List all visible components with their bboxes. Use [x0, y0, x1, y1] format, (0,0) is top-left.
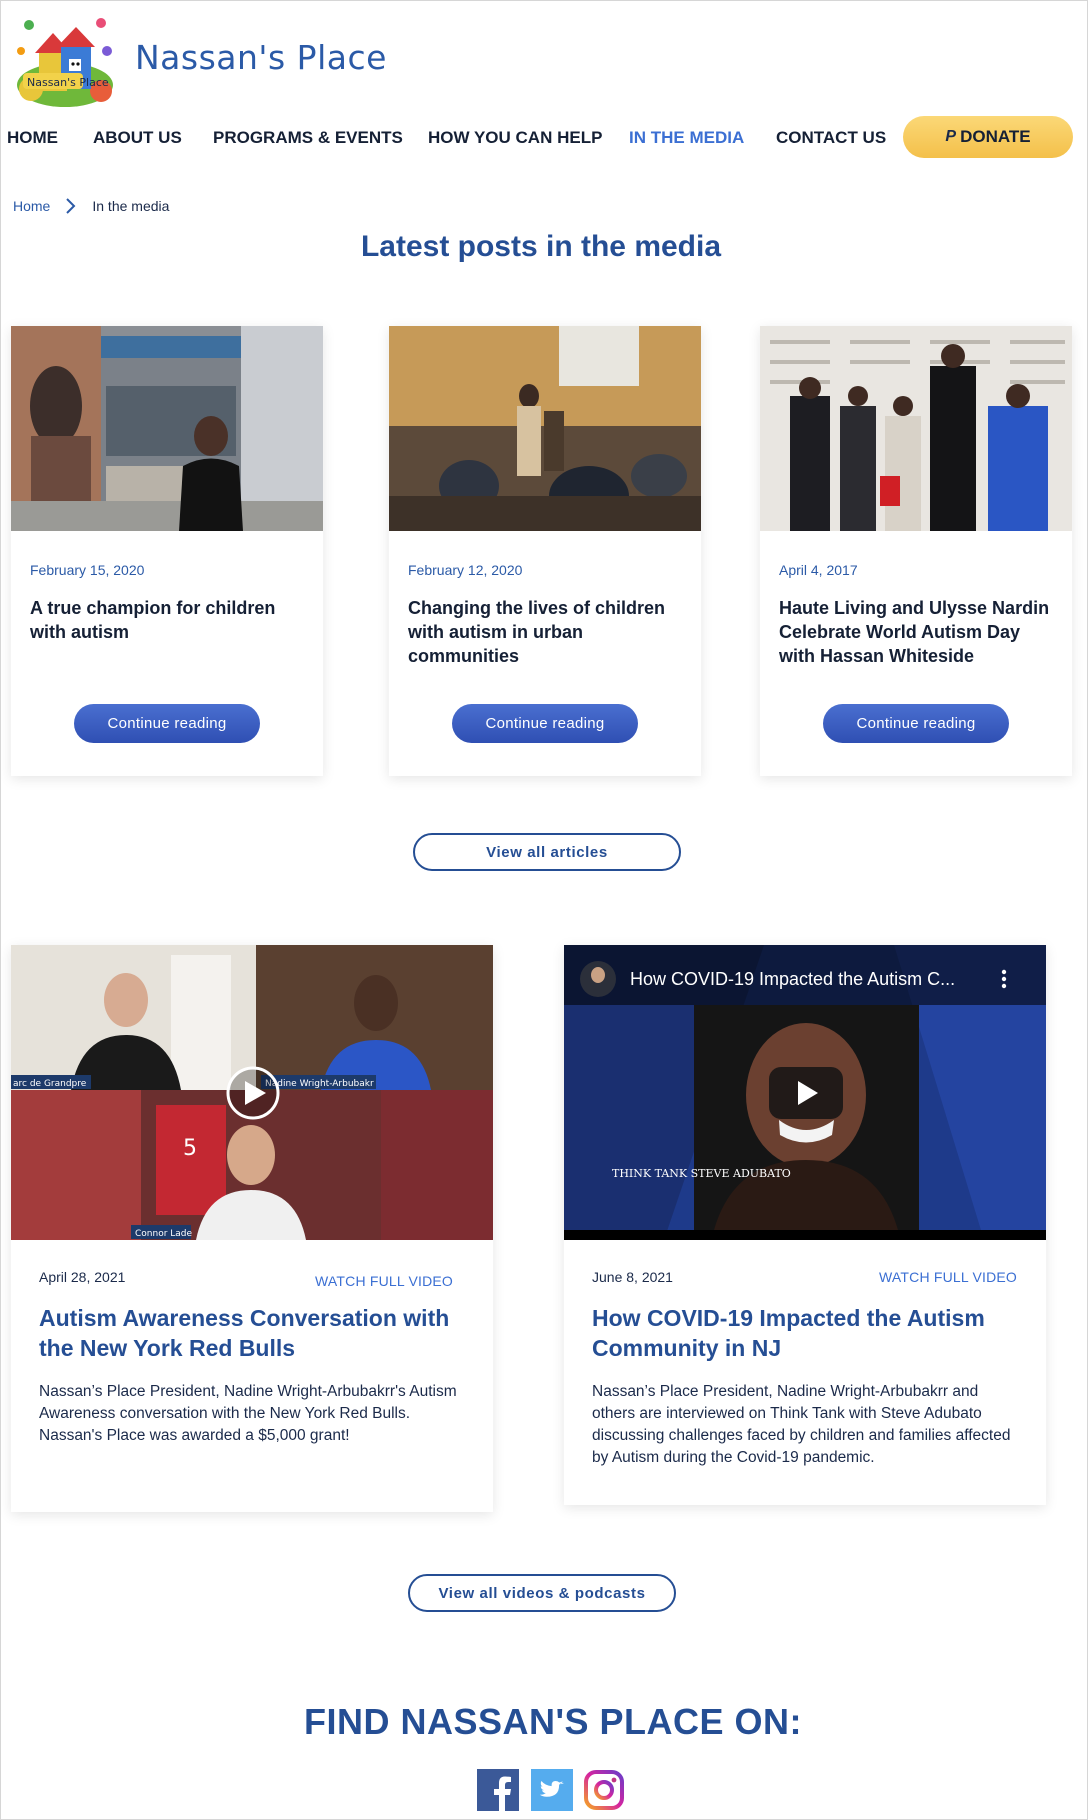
article-title[interactable]: A true champion for children with autism — [30, 596, 310, 644]
player-title: How COVID-19 Impacted the Autism C... — [630, 969, 955, 989]
continue-reading-button[interactable]: Continue reading — [823, 704, 1009, 743]
video-thumbnail[interactable]: 5 arc de Grandpre Nadine Wright-Arbubakr… — [11, 945, 493, 1240]
twitter-icon[interactable] — [531, 1769, 573, 1811]
watch-full-video-link[interactable]: WATCH FULL VIDEO — [315, 1273, 453, 1289]
watermark: THINK TANK STEVE ADUBATO — [612, 1167, 791, 1180]
video-title[interactable]: Autism Awareness Conversation with the N… — [39, 1303, 469, 1363]
view-all-articles-button[interactable]: View all articles — [413, 833, 681, 871]
latest-posts-title: Latest posts in the media — [360, 230, 722, 263]
view-all-videos-button[interactable]: View all videos & podcasts — [408, 1574, 676, 1612]
article-date: February 15, 2020 — [30, 562, 145, 578]
article-image[interactable] — [11, 326, 323, 531]
more-vert-icon[interactable] — [1001, 969, 1007, 989]
nav-contact-us[interactable]: CONTACT US — [776, 128, 886, 148]
article-card: February 15, 2020 A true champion for ch… — [11, 326, 323, 776]
guest-label: Connor Lade — [135, 1229, 193, 1239]
nav-about-us[interactable]: ABOUT US — [93, 128, 182, 148]
site-logo[interactable]: Nassan's Place Nassan's Place — [13, 11, 387, 111]
nav-programs-events[interactable]: PROGRAMS & EVENTS — [213, 128, 403, 148]
chevron-right-icon — [66, 198, 76, 214]
video-description: Nassan’s Place President, Nadine Wright-… — [39, 1383, 457, 1444]
instagram-icon[interactable] — [583, 1769, 625, 1811]
continue-reading-button[interactable]: Continue reading — [452, 704, 638, 743]
nav-how-you-can-help[interactable]: HOW YOU CAN HELP — [428, 128, 602, 148]
jersey-number: 5 — [183, 1136, 197, 1161]
article-card: February 12, 2020 Changing the lives of … — [389, 326, 701, 776]
facebook-icon[interactable] — [477, 1769, 519, 1811]
article-title[interactable]: Changing the lives of children with auti… — [408, 596, 688, 668]
breadcrumb-home[interactable]: Home — [13, 198, 50, 214]
play-icon[interactable] — [769, 1067, 843, 1119]
guest-label: arc de Grandpre — [13, 1079, 87, 1089]
nav-in-the-media[interactable]: IN THE MEDIA — [629, 128, 744, 148]
article-image[interactable] — [389, 326, 701, 531]
find-us-title: FIND NASSAN'S PLACE ON: — [303, 1701, 803, 1742]
logo-caption: Nassan's Place — [27, 76, 109, 89]
play-icon[interactable] — [226, 1066, 280, 1120]
page: Nassan's Place Nassan's Place HOME ABOUT… — [0, 0, 1088, 1820]
guest-label: Nadine Wright-Arbubakr — [265, 1079, 374, 1089]
video-date: June 8, 2021 — [592, 1269, 673, 1285]
breadcrumb: Home In the media — [13, 198, 169, 214]
video-description: Nassan’s Place President, Nadine Wright-… — [592, 1383, 1011, 1466]
video-card: 5 arc de Grandpre Nadine Wright-Arbubakr… — [11, 945, 493, 1512]
breadcrumb-current: In the media — [92, 198, 170, 214]
nav-home[interactable]: HOME — [7, 128, 58, 148]
video-date: April 28, 2021 — [39, 1269, 126, 1285]
donate-button[interactable]: P DONATE — [903, 116, 1073, 158]
donate-label: DONATE — [960, 127, 1031, 146]
article-date: February 12, 2020 — [408, 562, 523, 578]
watch-full-video-link[interactable]: WATCH FULL VIDEO — [879, 1269, 1017, 1285]
brand-name: Nassan's Place — [135, 37, 387, 77]
logo-house-icon: Nassan's Place — [17, 18, 113, 107]
article-card: April 4, 2017 Haute Living and Ulysse Na… — [760, 326, 1072, 776]
article-image[interactable] — [760, 326, 1072, 531]
main-nav: HOME ABOUT US PROGRAMS & EVENTS HOW YOU … — [1, 116, 1087, 158]
youtube-player[interactable]: How COVID-19 Impacted the Autism C... TH… — [564, 945, 1046, 1240]
article-title[interactable]: Haute Living and Ulysse Nardin Celebrate… — [779, 596, 1059, 668]
paypal-icon: P — [945, 128, 957, 145]
continue-reading-button[interactable]: Continue reading — [74, 704, 260, 743]
article-date: April 4, 2017 — [779, 562, 858, 578]
video-title[interactable]: How COVID-19 Impacted the Autism Communi… — [592, 1303, 1022, 1363]
video-card: How COVID-19 Impacted the Autism C... TH… — [564, 945, 1046, 1505]
